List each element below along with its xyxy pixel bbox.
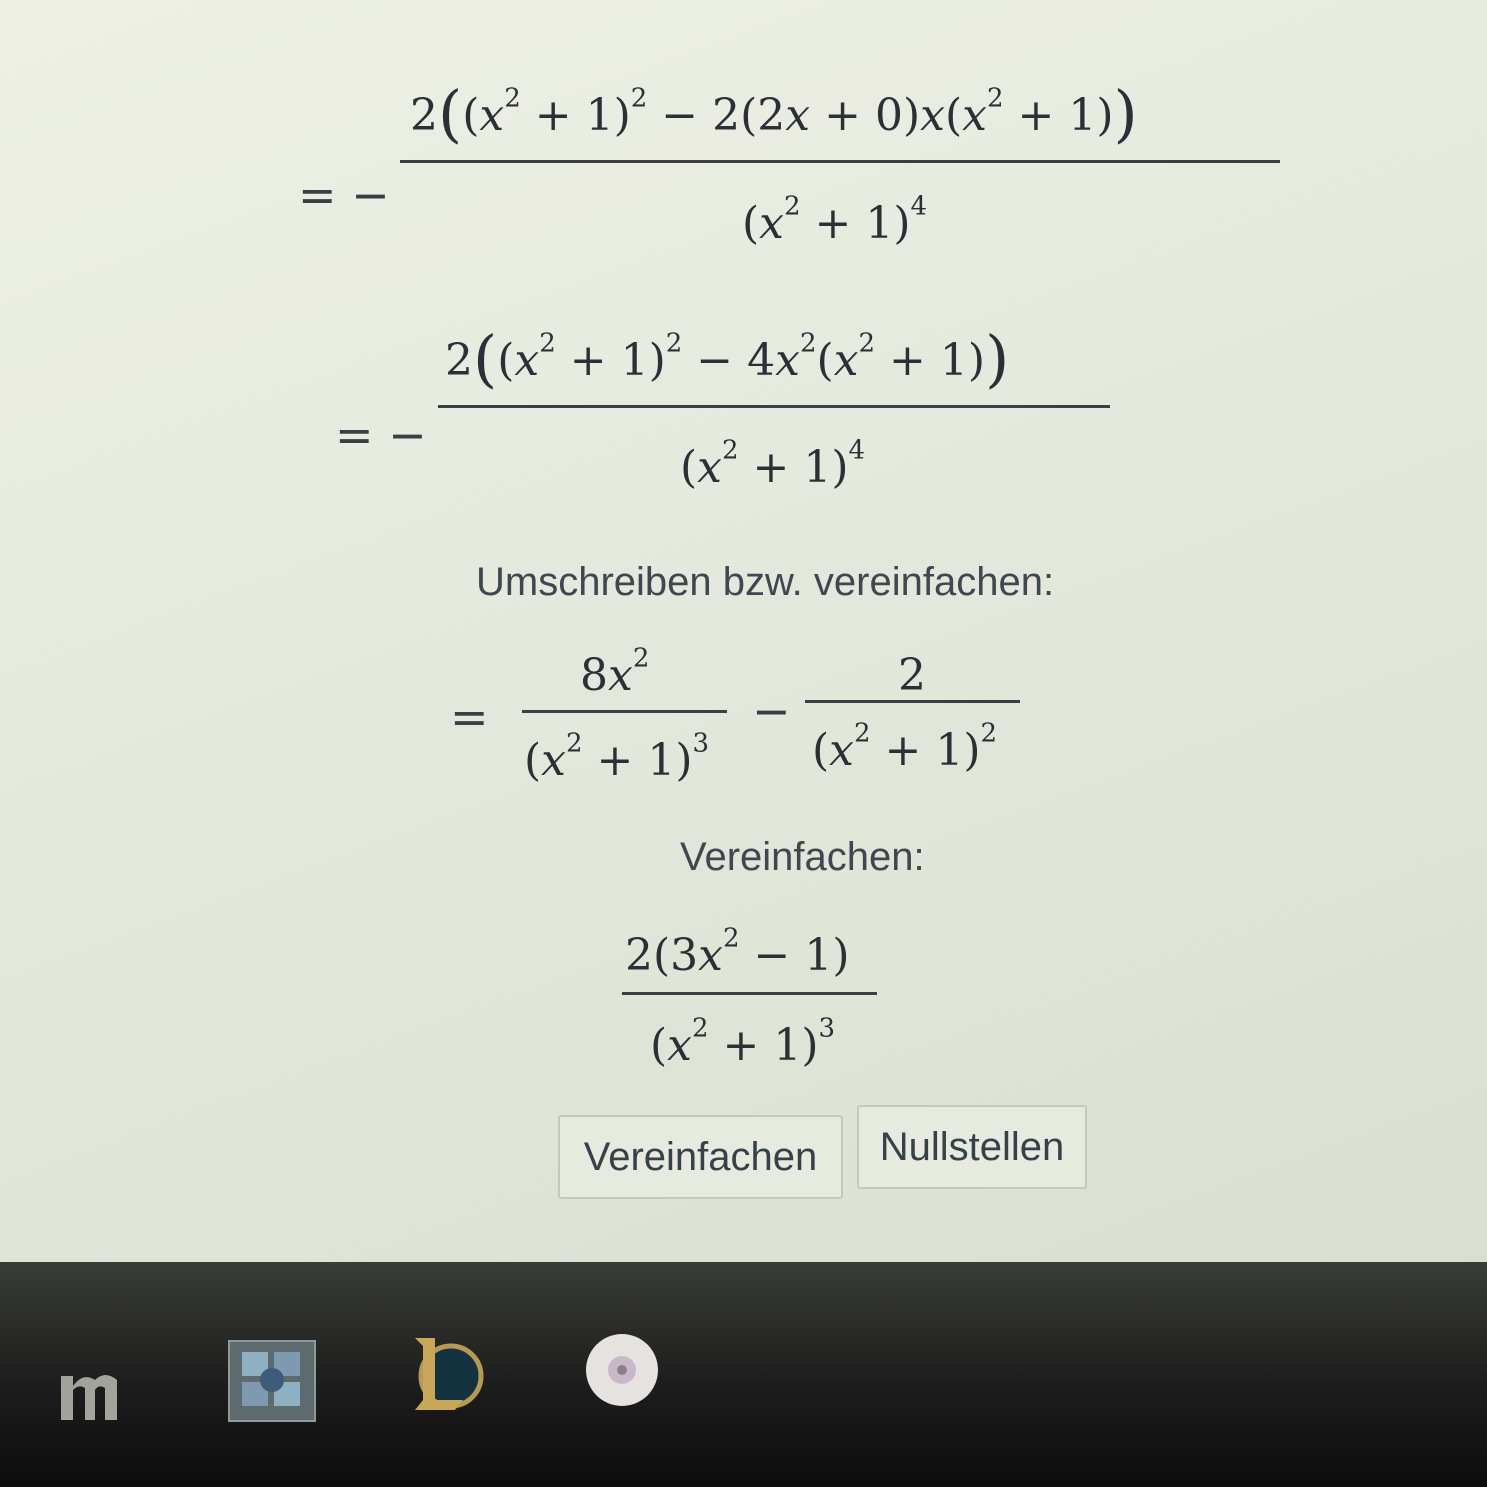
mathematica-icon[interactable] (55, 1358, 145, 1428)
rewrite-equals-sign: = (450, 690, 489, 744)
league-of-legends-icon[interactable] (405, 1332, 487, 1414)
disc-app-icon[interactable] (582, 1330, 662, 1410)
step1-denominator: (x2 + 1)4 (742, 191, 928, 249)
rewrite-term2-denominator: (x2 + 1)2 (812, 718, 998, 776)
rewrite-minus-operator: − (752, 684, 791, 738)
equals-minus-sign-2: = − (335, 408, 427, 462)
app-grid-icon[interactable] (228, 1340, 316, 1422)
vereinfachen-button[interactable]: Vereinfachen (558, 1115, 843, 1199)
rewrite-term1-denominator: (x2 + 1)3 (524, 728, 710, 786)
simplify-numerator: 2(3x2 − 1) (625, 923, 850, 981)
step2-numerator: 2((x2 + 1)2 − 4x2(x2 + 1)) (445, 321, 1010, 395)
rewrite-heading: Umschreiben bzw. vereinfachen: (476, 560, 1055, 604)
rewrite-term1-bar (522, 710, 727, 713)
rewrite-term2-bar (805, 700, 1020, 703)
equals-minus-sign-1: = − (298, 168, 390, 222)
step2-denominator: (x2 + 1)4 (680, 435, 866, 493)
step2-fraction-bar (438, 405, 1110, 408)
simplify-fraction-bar (622, 992, 877, 995)
rewrite-term1-numerator: 8x2 (580, 643, 650, 701)
nullstellen-button[interactable]: Nullstellen (857, 1105, 1087, 1189)
rewrite-term2-numerator: 2 (898, 650, 926, 701)
step1-numerator: 2((x2 + 1)2 − 2(2x + 0)x(x2 + 1)) (410, 76, 1138, 150)
simplify-denominator: (x2 + 1)3 (650, 1013, 836, 1071)
step1-fraction-bar (400, 160, 1280, 163)
simplify-heading: Vereinfachen: (680, 835, 925, 879)
taskbar (0, 1262, 1487, 1487)
